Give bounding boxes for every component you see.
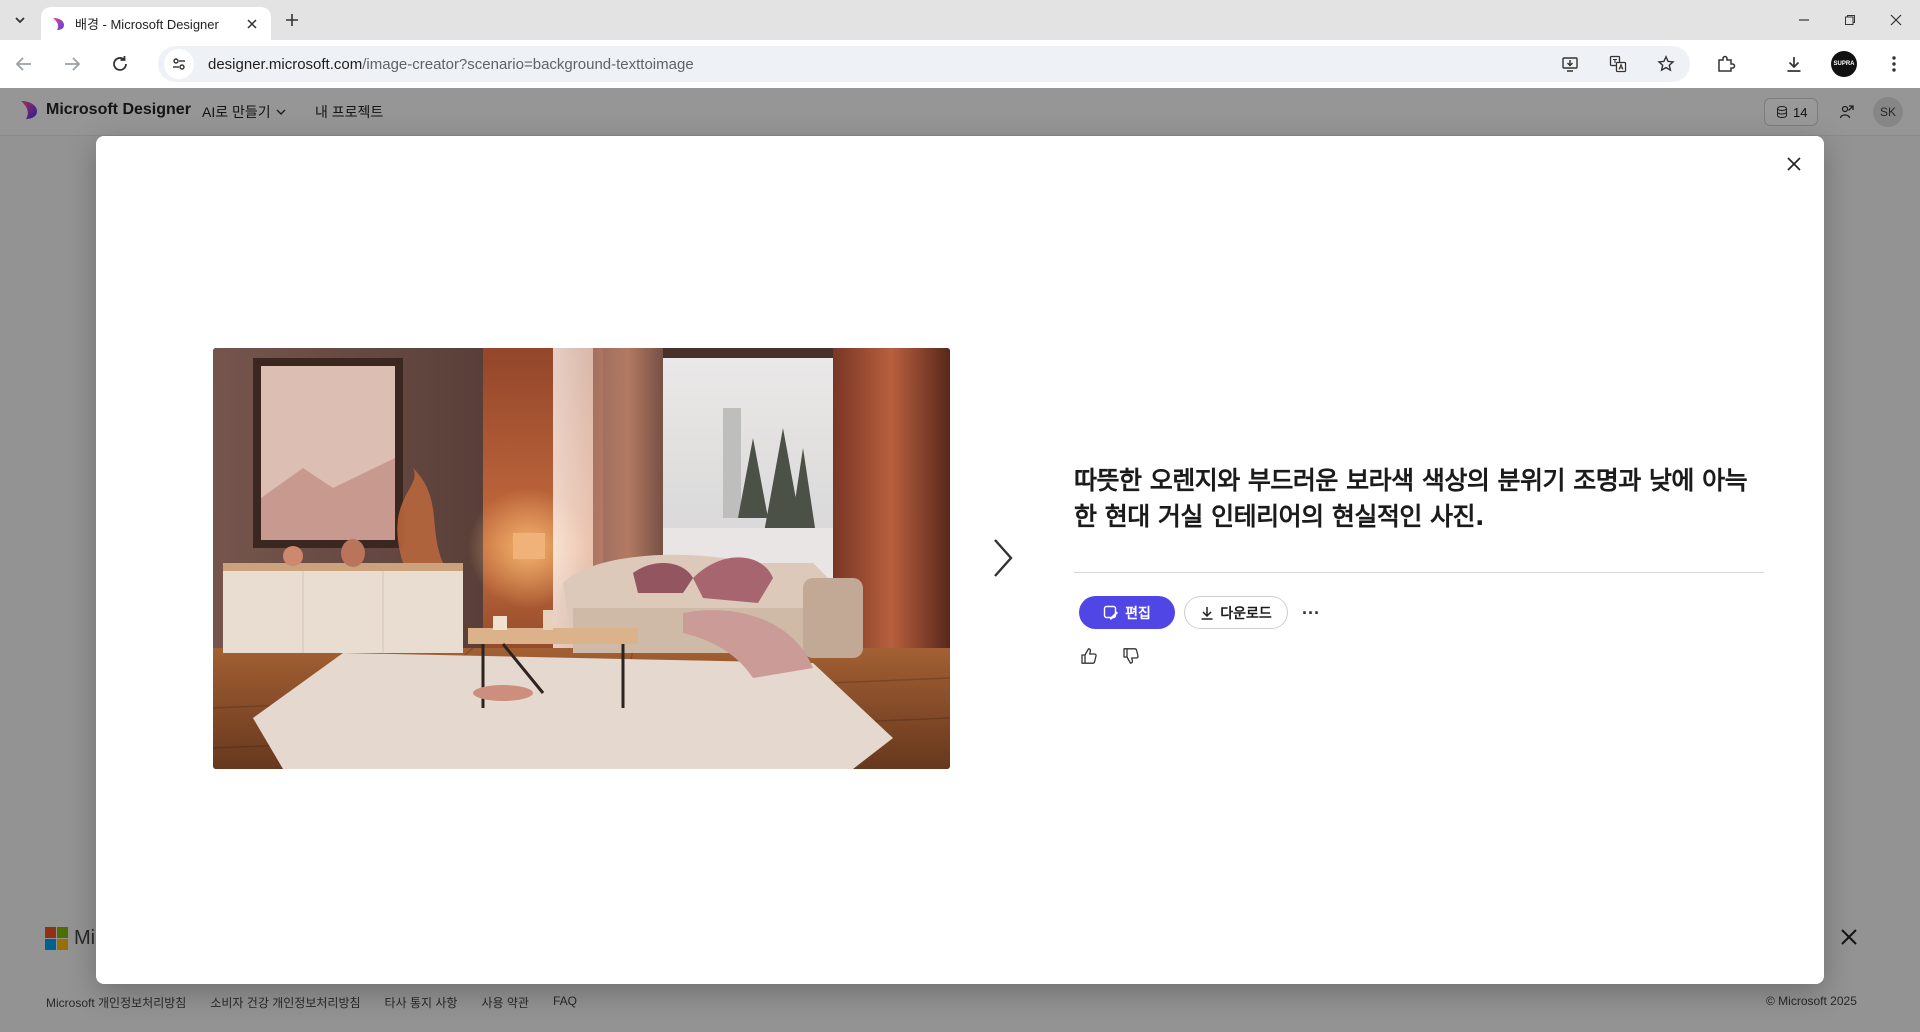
thumbs-up-icon <box>1081 648 1097 664</box>
install-app-button[interactable] <box>1556 50 1584 78</box>
generated-image[interactable] <box>213 348 950 769</box>
image-prompt-text: 따뜻한 오렌지와 부드러운 보라색 색상의 분위기 조명과 낮에 아늑한 현대 … <box>1074 466 1748 531</box>
translate-icon <box>1609 55 1627 73</box>
tab-title: 배경 - Microsoft Designer <box>75 17 219 32</box>
browser-menu-button[interactable] <box>1880 50 1908 78</box>
address-bar[interactable]: designer.microsoft.com/image-creator?sce… <box>158 46 1690 82</box>
close-icon <box>1890 14 1902 26</box>
forward-button[interactable] <box>58 50 86 78</box>
designer-page: Microsoft Designer AI로 만들기 내 프로젝트 14 SK … <box>0 88 1920 1032</box>
arrow-right-icon <box>65 57 81 71</box>
close-icon <box>247 18 257 29</box>
reload-button[interactable] <box>106 50 134 78</box>
image-detail-dialog: 따뜻한 오렌지와 부드러운 보라색 색상의 분위기 조명과 낮에 아늑한 현대 … <box>96 136 1824 984</box>
thumbs-up-button[interactable] <box>1076 643 1102 669</box>
downloads-button[interactable] <box>1780 50 1808 78</box>
designer-favicon-icon <box>53 17 64 30</box>
restore-icon <box>1845 15 1855 25</box>
browser-tab-active[interactable]: 배경 - Microsoft Designer <box>41 7 271 40</box>
site-info-button[interactable] <box>164 49 194 79</box>
download-icon <box>1787 57 1801 72</box>
dialog-close-button[interactable] <box>1780 150 1808 178</box>
living-room-image <box>213 348 950 769</box>
browser-tab-bar: 배경 - Microsoft Designer <box>0 0 1920 40</box>
download-button-label: 다운로드 <box>1220 605 1272 622</box>
kebab-icon <box>1892 56 1896 72</box>
url-text: designer.microsoft.com/image-creator?sce… <box>208 56 694 73</box>
profile-button[interactable]: SUPRA <box>1830 50 1858 78</box>
thumbs-down-button[interactable] <box>1118 643 1144 669</box>
profile-avatar: SUPRA <box>1831 51 1857 77</box>
download-icon <box>1201 606 1213 620</box>
minimize-icon <box>1799 19 1809 21</box>
reload-icon <box>113 56 127 71</box>
star-icon <box>1657 55 1675 72</box>
window-restore-button[interactable] <box>1826 0 1874 40</box>
install-app-icon <box>1562 57 1578 72</box>
window-close-button[interactable] <box>1872 0 1920 40</box>
next-image-button[interactable] <box>988 534 1018 582</box>
window-minimize-button[interactable] <box>1780 0 1828 40</box>
new-tab-button[interactable] <box>281 9 303 31</box>
more-options-button[interactable]: ··· <box>1296 598 1326 628</box>
close-icon <box>1787 157 1801 171</box>
edit-button-label: 편집 <box>1125 605 1151 622</box>
url-host: designer.microsoft.com <box>208 55 363 73</box>
back-button[interactable] <box>10 50 38 78</box>
tab-close-button[interactable] <box>243 15 261 33</box>
divider <box>1074 572 1764 573</box>
extensions-button[interactable] <box>1712 50 1740 78</box>
browser-toolbar: designer.microsoft.com/image-creator?sce… <box>0 40 1920 88</box>
chevron-down-icon <box>15 17 25 24</box>
thumbs-down-icon <box>1123 648 1139 664</box>
url-path: /image-creator?scenario=background-textt… <box>362 55 694 73</box>
download-button[interactable]: 다운로드 <box>1184 596 1288 629</box>
translate-button[interactable] <box>1604 50 1632 78</box>
puzzle-icon <box>1718 55 1736 72</box>
edit-button[interactable]: 편집 <box>1079 596 1175 629</box>
plus-icon <box>286 14 298 26</box>
tune-icon <box>173 58 185 70</box>
edit-image-icon <box>1103 605 1119 619</box>
arrow-left-icon <box>15 57 31 71</box>
tab-list-button[interactable] <box>8 8 32 32</box>
bookmark-button[interactable] <box>1652 50 1680 78</box>
chevron-right-icon <box>994 539 1013 577</box>
